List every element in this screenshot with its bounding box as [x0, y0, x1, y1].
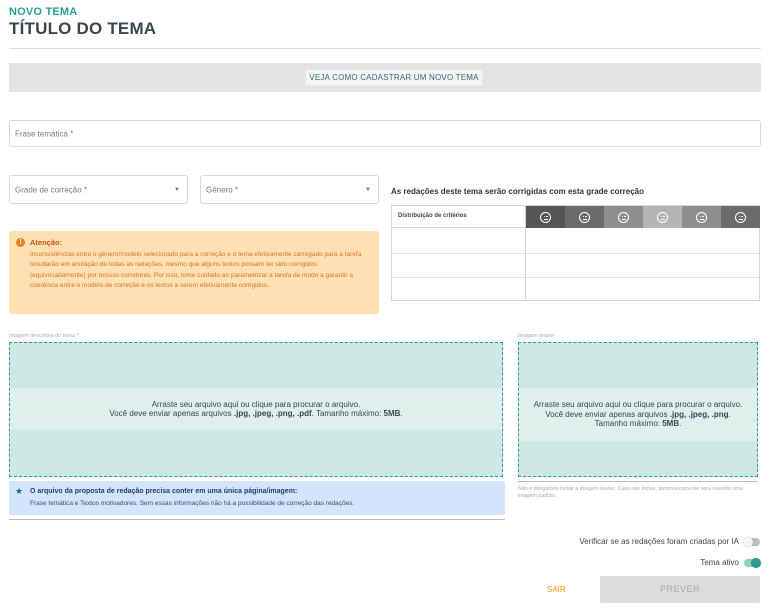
- criteria-grid: Distribuição de critérios: [391, 205, 760, 301]
- tema-ativo-toggle-row: Tema ativo: [700, 557, 761, 568]
- teaser-image-dropzone[interactable]: Arraste seu arquivo aqui ou clique para …: [518, 342, 758, 477]
- face-cell: [643, 206, 682, 228]
- face-cell: [526, 206, 565, 228]
- info-underline: [9, 519, 505, 520]
- info-title: O arquivo da proposta de redação precisa…: [30, 488, 298, 495]
- frase-tematica-input[interactable]: Frase temática *: [9, 120, 761, 147]
- warning-title: Atenção:: [30, 238, 63, 247]
- grid-row-line: [392, 253, 759, 254]
- info-body: Frase temática e Textos motivadores. Sem…: [30, 500, 355, 507]
- neutral-face-icon: [657, 211, 668, 223]
- info-alert: ★ O arquivo da proposta de redação preci…: [9, 481, 505, 515]
- genero-placeholder: Gênero *: [206, 185, 239, 194]
- criteria-grid-header: Distribuição de critérios: [392, 206, 760, 228]
- face-cell: [565, 206, 604, 228]
- grade-correcao-select[interactable]: Grade de correção * ▼: [9, 175, 188, 204]
- main-image-dropzone[interactable]: Arraste seu arquivo aqui ou clique para …: [9, 342, 503, 477]
- ia-check-toggle-row: Verificar se as redações foram criadas p…: [579, 536, 760, 547]
- page-header: NOVO TEMA TÍTULO DO TEMA: [9, 6, 156, 39]
- warning-alert: ! Atenção: Inconsistências entre o gêner…: [9, 231, 379, 314]
- frase-tematica-placeholder: Frase temática *: [15, 129, 74, 138]
- main-dropzone-text: Arraste seu arquivo aqui ou clique para …: [10, 388, 502, 430]
- header-divider: [9, 48, 761, 49]
- grid-title: As redações deste tema serão corrigidas …: [391, 187, 645, 196]
- main-image-label: Imagem descritiva do tema *: [9, 333, 79, 339]
- tema-ativo-label: Tema ativo: [700, 558, 739, 567]
- star-icon: ★: [15, 486, 24, 496]
- how-to-register-button[interactable]: VEJA COMO CADASTRAR UM NOVO TEMA: [305, 69, 483, 86]
- teaser-image-label: Imagem teaser: [518, 333, 555, 339]
- grade-correcao-placeholder: Grade de correção *: [15, 185, 88, 194]
- teaser-dropzone-line2: Você deve enviar apenas arquivos .jpg, .…: [545, 409, 731, 419]
- help-banner: VEJA COMO CADASTRAR UM NOVO TEMA: [9, 63, 761, 92]
- tema-ativo-toggle[interactable]: [744, 557, 761, 568]
- ia-check-label: Verificar se as redações foram criadas p…: [579, 537, 739, 546]
- happy-face-icon: [696, 211, 707, 223]
- face-cell: [604, 206, 643, 228]
- main-dropzone-line1: Arraste seu arquivo aqui ou clique para …: [151, 399, 361, 409]
- toggle-knob: [743, 536, 753, 547]
- page-title: TÍTULO DO TEMA: [9, 19, 157, 38]
- face-cell: [721, 206, 760, 228]
- sair-button[interactable]: SAIR: [547, 585, 566, 594]
- genero-select[interactable]: Gênero * ▼: [200, 175, 379, 204]
- toggle-knob: [751, 557, 761, 568]
- chevron-down-icon: ▼: [365, 186, 371, 193]
- neutral-face-icon: [618, 211, 629, 223]
- teaser-dropzone-text: Arraste seu arquivo aqui ou clique para …: [519, 388, 757, 441]
- teaser-dropzone-line3: Tamanho máximo: 5MB.: [594, 419, 682, 429]
- grid-row-line: [392, 277, 759, 278]
- ia-check-toggle[interactable]: [743, 536, 760, 547]
- teaser-underline: [518, 481, 758, 482]
- criteria-distribution-label: Distribuição de critérios: [398, 213, 467, 219]
- face-cell: [682, 206, 721, 228]
- warning-body: Inconsistências entre o gênero/modelo se…: [30, 251, 362, 289]
- teaser-note: Não é obrigatório incluir a imagem tease…: [518, 486, 743, 499]
- very-happy-face-icon: [735, 211, 746, 223]
- prever-button[interactable]: PREVER: [600, 576, 760, 603]
- warning-icon: !: [16, 238, 25, 247]
- chevron-down-icon: ▼: [174, 186, 180, 193]
- very-sad-face-icon: [540, 211, 551, 223]
- sad-face-icon: [579, 211, 590, 223]
- main-dropzone-line2: Você deve enviar apenas arquivos .jpg, .…: [109, 409, 403, 418]
- page-subtitle: NOVO TEMA: [9, 6, 78, 18]
- teaser-dropzone-line1: Arraste seu arquivo aqui ou clique para …: [533, 400, 743, 410]
